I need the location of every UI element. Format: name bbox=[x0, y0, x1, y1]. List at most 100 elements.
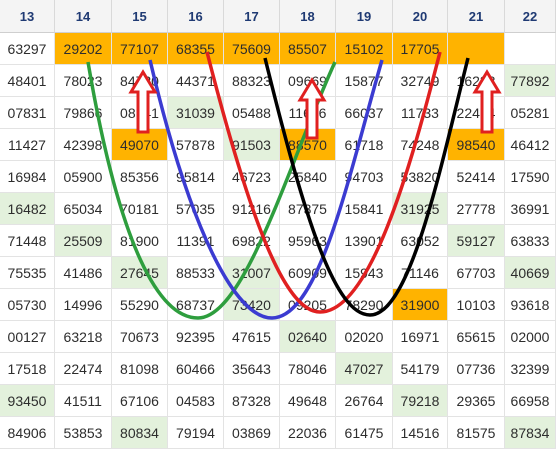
number-cell: 61475 bbox=[336, 417, 393, 449]
number-cell: 14516 bbox=[393, 417, 448, 449]
number-cell: 22474 bbox=[55, 353, 112, 385]
number-cell: 03869 bbox=[224, 417, 280, 449]
number-cell: 02020 bbox=[336, 321, 393, 353]
number-cell: 87834 bbox=[505, 417, 556, 449]
number-cell: 16984 bbox=[0, 161, 55, 193]
number-cell: 88570 bbox=[280, 129, 336, 161]
number-cell: 32399 bbox=[505, 353, 556, 385]
number-cell: 95814 bbox=[168, 161, 224, 193]
number-cell: 84720 bbox=[112, 65, 168, 97]
number-cell: 09669 bbox=[280, 65, 336, 97]
number-cell: 47027 bbox=[336, 353, 393, 385]
number-cell: 22464 bbox=[448, 97, 505, 129]
number-cell: 47615 bbox=[224, 321, 280, 353]
number-cell: 77892 bbox=[505, 65, 556, 97]
number-cell: 57035 bbox=[168, 193, 224, 225]
number-cell: 88323 bbox=[224, 65, 280, 97]
number-cell: 60466 bbox=[168, 353, 224, 385]
number-cell: 49648 bbox=[280, 385, 336, 417]
number-cell: 05900 bbox=[55, 161, 112, 193]
number-cell: 08141 bbox=[112, 97, 168, 129]
number-cell: 09205 bbox=[280, 289, 336, 321]
number-cell: 92395 bbox=[168, 321, 224, 353]
number-cell: 73420 bbox=[224, 289, 280, 321]
number-cell: 05730 bbox=[0, 289, 55, 321]
number-cell: 71448 bbox=[0, 225, 55, 257]
number-cell: 63218 bbox=[55, 321, 112, 353]
number-cell: 16238 bbox=[448, 65, 505, 97]
number-cell: 68737 bbox=[168, 289, 224, 321]
number-cell: 16971 bbox=[393, 321, 448, 353]
number-cell: 67106 bbox=[112, 385, 168, 417]
number-cell: 65034 bbox=[55, 193, 112, 225]
number-cell: 15102 bbox=[336, 33, 393, 65]
number-cell: 15943 bbox=[336, 257, 393, 289]
number-cell: 46412 bbox=[505, 129, 556, 161]
column-header: 16 bbox=[168, 0, 224, 33]
number-cell: 78023 bbox=[55, 65, 112, 97]
column-header: 13 bbox=[0, 0, 55, 33]
number-cell: 63833 bbox=[505, 225, 556, 257]
number-cell: 75535 bbox=[0, 257, 55, 289]
number-cell: 00127 bbox=[0, 321, 55, 353]
number-cell: 31925 bbox=[393, 193, 448, 225]
number-cell: 05281 bbox=[505, 97, 556, 129]
number-cell: 11733 bbox=[393, 97, 448, 129]
number-cell: 11656 bbox=[280, 97, 336, 129]
number-cell: 05488 bbox=[224, 97, 280, 129]
number-cell: 66037 bbox=[336, 97, 393, 129]
number-cell: 57878 bbox=[168, 129, 224, 161]
column-header: 19 bbox=[336, 0, 393, 33]
number-cell: 79218 bbox=[393, 385, 448, 417]
number-cell: 69822 bbox=[224, 225, 280, 257]
number-cell: 91503 bbox=[224, 129, 280, 161]
number-cell: 14996 bbox=[55, 289, 112, 321]
number-cell: 87375 bbox=[280, 193, 336, 225]
number-cell: 36991 bbox=[505, 193, 556, 225]
number-cell: 15877 bbox=[336, 65, 393, 97]
number-cell: 80834 bbox=[112, 417, 168, 449]
number-cell: 17590 bbox=[505, 161, 556, 193]
number-cell: 55290 bbox=[112, 289, 168, 321]
number-cell: 04583 bbox=[168, 385, 224, 417]
number-cell: 53820 bbox=[393, 161, 448, 193]
number-cell: 79866 bbox=[55, 97, 112, 129]
number-cell: 29365 bbox=[448, 385, 505, 417]
number-cell: 65615 bbox=[448, 321, 505, 353]
number-cell: 94703 bbox=[336, 161, 393, 193]
number-cell bbox=[448, 33, 505, 65]
number-cell: 29202 bbox=[55, 33, 112, 65]
number-cell: 27645 bbox=[112, 257, 168, 289]
column-header: 22 bbox=[505, 0, 556, 33]
number-cell bbox=[505, 33, 556, 65]
number-cell: 31039 bbox=[168, 97, 224, 129]
number-cell: 15841 bbox=[336, 193, 393, 225]
number-cell: 79194 bbox=[168, 417, 224, 449]
number-cell: 02000 bbox=[505, 321, 556, 353]
number-cell: 17518 bbox=[0, 353, 55, 385]
number-cell: 68355 bbox=[168, 33, 224, 65]
number-cell: 78290 bbox=[336, 289, 393, 321]
number-cell: 93450 bbox=[0, 385, 55, 417]
number-cell: 59127 bbox=[448, 225, 505, 257]
number-cell: 87328 bbox=[224, 385, 280, 417]
number-cell: 84906 bbox=[0, 417, 55, 449]
column-header: 20 bbox=[393, 0, 448, 33]
number-cell: 54179 bbox=[393, 353, 448, 385]
column-header: 18 bbox=[280, 0, 336, 33]
number-cell: 42398 bbox=[55, 129, 112, 161]
number-cell: 17705 bbox=[393, 33, 448, 65]
number-cell: 88533 bbox=[168, 257, 224, 289]
number-cell: 11427 bbox=[0, 129, 55, 161]
number-cell: 10103 bbox=[448, 289, 505, 321]
number-cell: 49070 bbox=[112, 129, 168, 161]
number-cell: 25509 bbox=[55, 225, 112, 257]
number-cell: 71146 bbox=[393, 257, 448, 289]
column-header: 17 bbox=[224, 0, 280, 33]
number-cell: 07831 bbox=[0, 97, 55, 129]
number-cell: 31007 bbox=[224, 257, 280, 289]
number-cell: 16482 bbox=[0, 193, 55, 225]
number-cell: 13901 bbox=[336, 225, 393, 257]
number-cell: 31900 bbox=[393, 289, 448, 321]
number-cell: 02640 bbox=[280, 321, 336, 353]
